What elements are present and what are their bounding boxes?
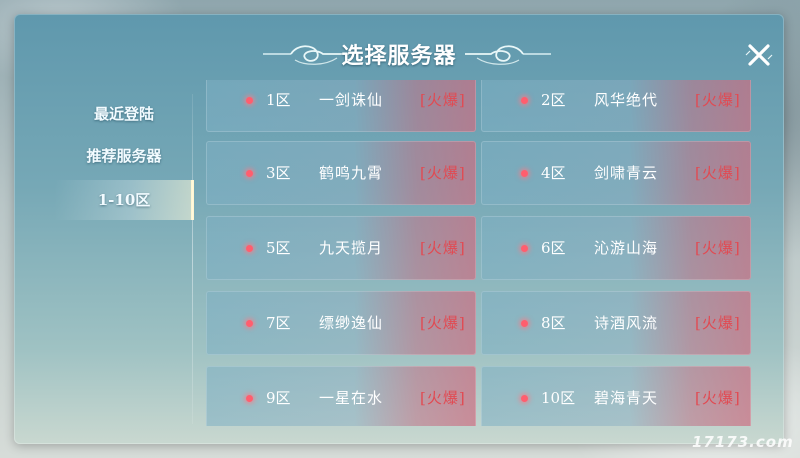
server-card-2[interactable]: 2区 风华绝代 [火爆] xyxy=(481,80,751,132)
sidebar-item-label: 最近登陆 xyxy=(93,105,154,123)
server-card-10[interactable]: 10区 碧海青天 [火爆] xyxy=(481,366,751,426)
sidebar-item-recommended[interactable]: 推荐服务器 xyxy=(54,136,194,176)
server-card-9[interactable]: 9区 一星在水 [火爆] xyxy=(206,366,476,426)
status-dot-icon xyxy=(246,97,253,104)
server-status: [火爆] xyxy=(420,91,466,109)
server-status: [火爆] xyxy=(420,239,466,257)
server-zone: 2区 xyxy=(541,91,566,109)
server-name: 诗酒风流 xyxy=(594,314,659,332)
close-icon xyxy=(745,44,773,66)
status-dot-icon xyxy=(246,170,253,177)
server-zone: 6区 xyxy=(541,239,566,257)
server-list[interactable]: 1区 一剑诛仙 [火爆] 2区 风华绝代 [火爆] 3区 鹤鸣九霄 [火爆] 4… xyxy=(206,80,751,426)
server-status: [火爆] xyxy=(695,239,741,257)
server-name: 鹤鸣九霄 xyxy=(319,164,384,182)
server-zone: 1区 xyxy=(266,91,291,109)
server-zone: 5区 xyxy=(266,239,291,257)
server-card-5[interactable]: 5区 九天揽月 [火爆] xyxy=(206,216,476,280)
server-zone: 9区 xyxy=(266,389,291,407)
close-button[interactable] xyxy=(742,38,776,72)
server-card-1[interactable]: 1区 一剑诛仙 [火爆] xyxy=(206,80,476,132)
server-name: 一星在水 xyxy=(319,389,384,407)
server-name: 沁游山海 xyxy=(594,239,659,257)
server-name: 风华绝代 xyxy=(594,91,659,109)
sidebar-item-label: 1-10区 xyxy=(97,191,151,209)
server-card-6[interactable]: 6区 沁游山海 [火爆] xyxy=(481,216,751,280)
status-dot-icon xyxy=(521,395,528,402)
server-zone: 4区 xyxy=(541,164,566,182)
status-dot-icon xyxy=(246,395,253,402)
server-name: 剑啸青云 xyxy=(594,164,659,182)
status-dot-icon xyxy=(246,245,253,252)
server-name: 九天揽月 xyxy=(319,239,384,257)
server-name: 一剑诛仙 xyxy=(319,91,384,109)
server-zone: 7区 xyxy=(266,314,291,332)
status-dot-icon xyxy=(521,97,528,104)
dialog-title: 选择服务器 xyxy=(341,43,457,69)
server-card-8[interactable]: 8区 诗酒风流 [火爆] xyxy=(481,291,751,355)
server-status: [火爆] xyxy=(420,314,466,332)
server-card-7[interactable]: 7区 缥缈逸仙 [火爆] xyxy=(206,291,476,355)
sidebar-item-zone-1-10[interactable]: 1-10区 xyxy=(54,180,194,220)
server-name: 缥缈逸仙 xyxy=(319,314,384,332)
status-dot-icon xyxy=(521,170,528,177)
sidebar-divider xyxy=(192,94,193,424)
server-zone: 10区 xyxy=(541,389,576,407)
status-dot-icon xyxy=(521,320,528,327)
sidebar-item-recent-login[interactable]: 最近登陆 xyxy=(54,94,194,134)
status-dot-icon xyxy=(246,320,253,327)
site-watermark: 17173.com xyxy=(692,433,794,451)
server-zone: 8区 xyxy=(541,314,566,332)
sidebar-item-label: 推荐服务器 xyxy=(86,147,162,165)
server-select-dialog: 选择服务器 最近登陆 推荐服务器 1-10区 1区 一剑诛仙 [火爆] 2区 风… xyxy=(14,14,784,444)
server-name: 碧海青天 xyxy=(594,389,659,407)
server-status: [火爆] xyxy=(695,164,741,182)
server-zone: 3区 xyxy=(266,164,291,182)
server-status: [火爆] xyxy=(420,164,466,182)
server-status: [火爆] xyxy=(695,389,741,407)
status-dot-icon xyxy=(521,245,528,252)
server-status: [火爆] xyxy=(420,389,466,407)
server-status: [火爆] xyxy=(695,91,741,109)
server-card-4[interactable]: 4区 剑啸青云 [火爆] xyxy=(481,141,751,205)
server-card-3[interactable]: 3区 鹤鸣九霄 [火爆] xyxy=(206,141,476,205)
server-category-sidebar: 最近登陆 推荐服务器 1-10区 xyxy=(54,94,194,424)
server-status: [火爆] xyxy=(695,314,741,332)
